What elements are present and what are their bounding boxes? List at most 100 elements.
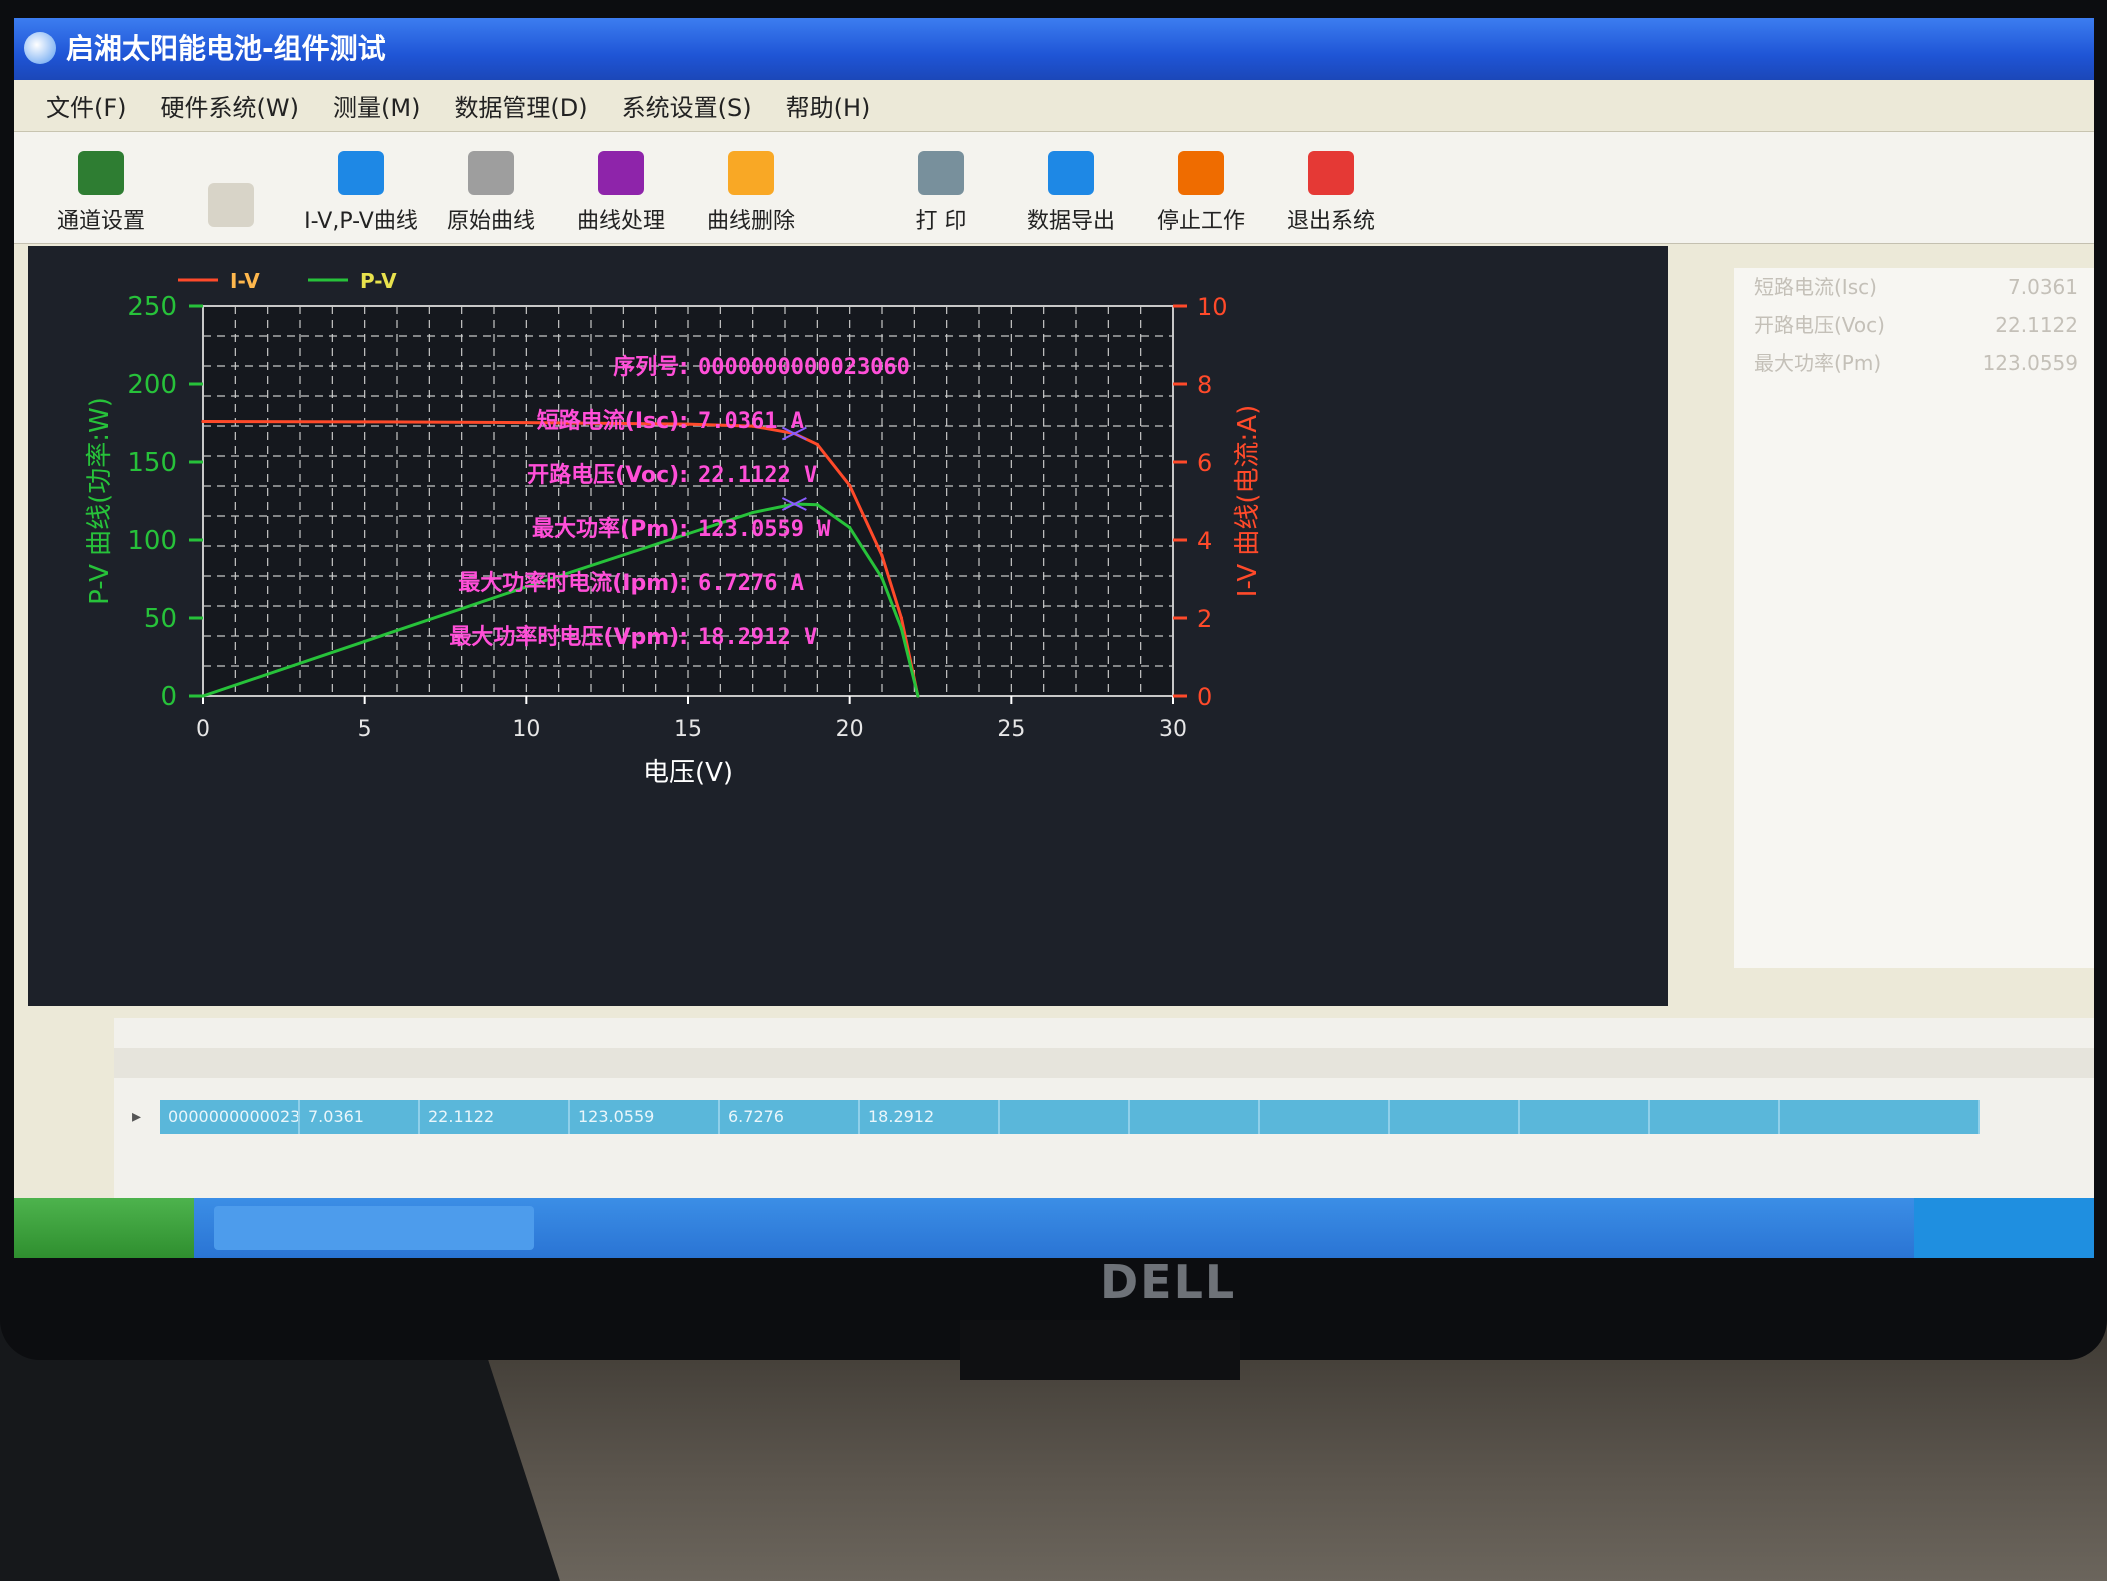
x-tick-label: 25: [997, 717, 1025, 742]
brand-logo: DELL: [1100, 1255, 1237, 1309]
toolbar-button-2[interactable]: I-V,P-V曲线: [298, 139, 424, 243]
x-axis-label: 电压(V): [643, 758, 733, 788]
info-value: 123.0559: [1982, 351, 2078, 375]
toolbar-button-label: 打 印: [915, 209, 967, 234]
chart-panel: 0 5 10 15 20 25 30 0 50 100 150 200 250 0 2 4 6 8 10 电压(V) P…: [28, 246, 1668, 1006]
row-indicator-icon: ▸: [132, 1106, 142, 1127]
grid-header: [114, 1048, 2094, 1078]
info-value: 22.1122: [1995, 313, 2078, 337]
table-cell[interactable]: [1130, 1100, 1260, 1134]
screen: 启湘太阳能电池-组件测试 文件(F) 硬件系统(W) 测量(M) 数据管理(D) 系统设…: [14, 18, 2094, 1258]
menu-item-2[interactable]: 测量(M): [333, 88, 420, 123]
curve-icon: [338, 151, 384, 195]
y-right-axis-label: I-V 曲线(电流:A): [1233, 405, 1263, 597]
series-point: [899, 627, 904, 631]
legend-label: P-V: [360, 269, 397, 293]
table-cell[interactable]: 0000000000023060: [160, 1100, 300, 1134]
series-point: [751, 510, 755, 515]
series-point: [916, 694, 920, 698]
y-left-tick-label: 250: [127, 292, 177, 322]
toolbar-button-3[interactable]: 原始曲线: [428, 139, 554, 243]
toolbar-button-label: I-V,P-V曲线: [304, 209, 418, 234]
table-cell[interactable]: [1260, 1100, 1390, 1134]
toolbar-button-5[interactable]: 曲线删除: [688, 139, 814, 243]
title-bar: 启湘太阳能电池-组件测试: [14, 18, 2094, 80]
annotation-value: 7.0361 A: [698, 409, 804, 434]
system-tray: [1914, 1198, 2094, 1258]
book-icon: [208, 183, 254, 227]
legend-label: I-V: [230, 269, 260, 293]
info-label: 短路电流(Isc): [1754, 275, 1877, 299]
y-right-tick-label: 2: [1197, 605, 1212, 633]
info-label: 开路电压(Voc): [1754, 313, 1885, 337]
series-point: [201, 419, 205, 424]
series-point: [880, 576, 884, 580]
y-right-tick-label: 8: [1197, 371, 1212, 399]
y-left-tick-label: 150: [127, 448, 177, 478]
toolbar-button-8[interactable]: 停止工作: [1138, 139, 1264, 243]
annotation-label: 最大功率时电压(Vpm):: [449, 624, 688, 650]
series-point: [815, 442, 819, 447]
series-point: [899, 616, 904, 620]
toolbar-button-0[interactable]: 通道设置: [38, 139, 164, 243]
info-row: 开路电压(Voc) 22.1122: [1734, 306, 2094, 344]
menu-item-0[interactable]: 文件(F): [46, 88, 127, 123]
channel-settings-icon: [78, 151, 124, 195]
menu-item-3[interactable]: 数据管理(D): [454, 88, 587, 123]
y-left-tick-label: 0: [160, 682, 177, 712]
start-button[interactable]: [14, 1198, 194, 1258]
series-point: [524, 421, 528, 425]
table-cell[interactable]: 123.0559: [570, 1100, 720, 1134]
info-panel: 短路电流(Isc) 7.0361 开路电压(Voc) 22.1122 最大功率(Pm) 1…: [1734, 268, 2094, 968]
toolbar-button-label: 曲线处理: [576, 209, 665, 234]
series-point: [815, 503, 819, 507]
toolbar-button-6[interactable]: 打 印: [878, 139, 1004, 243]
table-cell[interactable]: 22.1122: [420, 1100, 570, 1134]
table-cell[interactable]: [1390, 1100, 1520, 1134]
toolbar-button-4[interactable]: 曲线处理: [558, 139, 684, 243]
x-tick-label: 30: [1159, 717, 1187, 742]
info-row: 最大功率(Pm) 123.0559: [1734, 344, 2094, 382]
chart: 0 5 10 15 20 25 30 0 50 100 150 200 250 0 2 4 6 8 10 电压(V) P…: [85, 269, 1263, 788]
table-cell[interactable]: [1000, 1100, 1130, 1134]
table-cell[interactable]: [1650, 1100, 1780, 1134]
table-cell[interactable]: 18.2912: [860, 1100, 1000, 1134]
series-point: [848, 483, 852, 487]
toolbar-button-label: 原始曲线: [446, 209, 535, 234]
stop-icon: [1178, 151, 1224, 195]
y-left-tick-label: 100: [127, 526, 177, 556]
y-right-tick-label: 0: [1197, 683, 1212, 711]
x-tick-label: 10: [512, 717, 540, 742]
menu-item-1[interactable]: 硬件系统(W): [161, 88, 299, 123]
toolbar-button-7[interactable]: 数据导出: [1008, 139, 1134, 243]
print-icon: [918, 151, 964, 195]
taskbar-app-item[interactable]: [214, 1206, 534, 1250]
annotation-value: 6.7276 A: [698, 571, 804, 596]
toolbar-button-label: 曲线删除: [706, 209, 795, 234]
table-row[interactable]: 00000000000230607.036122.1122123.05596.7…: [160, 1100, 2080, 1134]
table-cell[interactable]: 6.7276: [720, 1100, 860, 1134]
y-left-tick-label: 200: [127, 370, 177, 400]
raw-curve-icon: [468, 151, 514, 195]
table-cell[interactable]: [1780, 1100, 1980, 1134]
menu-item-5[interactable]: 帮助(H): [786, 88, 871, 123]
annotation-value: 22.1122 V: [698, 463, 817, 488]
exit-icon: [1308, 151, 1354, 195]
menu-item-4[interactable]: 系统设置(S): [622, 88, 752, 123]
app-icon: [24, 32, 56, 64]
data-grid: ▸ 00000000000230607.036122.1122123.05596…: [114, 1018, 2094, 1198]
table-cell[interactable]: 7.0361: [300, 1100, 420, 1134]
y-right-tick-label: 10: [1197, 293, 1228, 321]
export-icon: [1048, 151, 1094, 195]
toolbar-button-label: 退出系统: [1286, 209, 1375, 234]
annotation-label: 序列号:: [613, 354, 688, 380]
toolbar-button-1[interactable]: [168, 139, 294, 243]
toolbar-button-label: 停止工作: [1156, 209, 1245, 234]
monitor-stand: [960, 1320, 1240, 1380]
annotation-label: 开路电压(Voc):: [527, 462, 688, 488]
x-tick-label: 0: [196, 717, 210, 742]
toolbar-button-9[interactable]: 退出系统: [1268, 139, 1394, 243]
table-cell[interactable]: [1520, 1100, 1650, 1134]
y-right-tick-label: 6: [1197, 449, 1212, 477]
series-point: [848, 525, 852, 530]
